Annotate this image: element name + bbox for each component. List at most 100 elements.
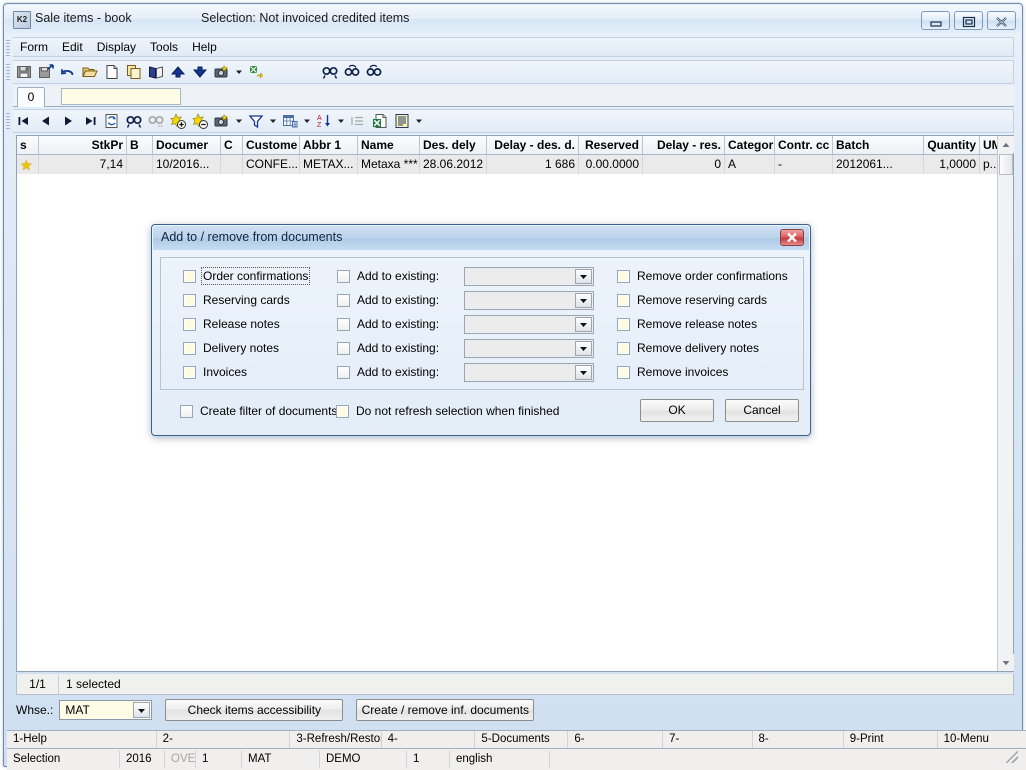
report-icon[interactable] (391, 110, 413, 132)
excel-export-icon[interactable] (369, 110, 391, 132)
existing-document-select-1[interactable] (464, 291, 594, 310)
quick-filter-input[interactable] (61, 88, 181, 105)
new-document-icon[interactable] (101, 61, 123, 83)
cancel-button[interactable]: Cancel (725, 399, 799, 422)
create-filter-checkbox[interactable] (180, 405, 193, 418)
menu-edit[interactable]: Edit (55, 38, 90, 56)
column-header-document[interactable]: Documer (153, 136, 221, 154)
cell-c[interactable] (221, 155, 243, 174)
document-type-checkbox-1[interactable] (183, 294, 196, 307)
camera-dropdown-arrow[interactable] (233, 61, 245, 83)
existing-document-select-2[interactable] (464, 315, 594, 334)
function-key-2[interactable]: 2- (157, 731, 291, 748)
filter-icon[interactable] (245, 110, 267, 132)
add-to-existing-checkbox-3[interactable] (337, 342, 350, 355)
function-key-4[interactable]: 4- (382, 731, 476, 748)
last-record-icon[interactable] (79, 110, 101, 132)
find-next-icon[interactable] (341, 61, 363, 83)
cell-contrco[interactable]: - (775, 155, 833, 174)
menu-help[interactable]: Help (185, 38, 224, 56)
document-type-checkbox-4[interactable] (183, 366, 196, 379)
function-key-1[interactable]: 1-Help (7, 731, 157, 748)
cell-document[interactable]: 10/2016... (153, 155, 221, 174)
save-icon[interactable] (13, 61, 35, 83)
remove-documents-checkbox-2[interactable] (617, 318, 630, 331)
tab-0[interactable]: 0 (17, 87, 45, 107)
column-header-contrco[interactable]: Contr. cc (775, 136, 833, 154)
function-key-8[interactable]: 8- (753, 731, 844, 748)
function-key-6[interactable]: 6- (568, 731, 664, 748)
grid-scrollbar-thumb[interactable] (999, 154, 1013, 175)
column-header-category[interactable]: Categor (725, 136, 775, 154)
column-header-customer[interactable]: Custome (243, 136, 300, 154)
cell-batch[interactable]: 2012061... (833, 155, 924, 174)
dialog-close-button[interactable] (780, 229, 804, 246)
function-key-7[interactable]: 7- (663, 731, 753, 748)
grid-vertical-scrollbar[interactable] (997, 136, 1014, 671)
column-header-delaydes[interactable]: Delay - des. d. (487, 136, 579, 154)
add-to-existing-checkbox-2[interactable] (337, 318, 350, 331)
move-up-icon[interactable] (167, 61, 189, 83)
column-header-b[interactable]: B (127, 136, 153, 154)
find-icon[interactable] (319, 61, 341, 83)
menu-form[interactable]: Form (13, 38, 55, 56)
existing-document-select-3[interactable] (464, 339, 594, 358)
column-header-stkpr[interactable]: StkPr (39, 136, 127, 154)
column-header-batch[interactable]: Batch (833, 136, 924, 154)
add-record-icon[interactable] (167, 110, 189, 132)
copy-icon[interactable] (123, 61, 145, 83)
cell-desdely[interactable]: 28.06.2012 (420, 155, 487, 174)
toolbar-grip[interactable] (6, 64, 10, 82)
sort-az-icon[interactable]: A Z (313, 110, 335, 132)
camera-dropdown-arrow[interactable] (233, 110, 245, 132)
cell-delaydes[interactable]: 1 686 (487, 155, 579, 174)
first-record-icon[interactable] (13, 110, 35, 132)
column-header-um[interactable]: UM (980, 136, 998, 154)
record-toolbar-grip[interactable] (6, 113, 10, 131)
cell-reserved[interactable]: 0.00.0000 (579, 155, 643, 174)
camera-icon[interactable] (211, 110, 233, 132)
scroll-up-icon[interactable] (998, 136, 1014, 153)
cell-delayres[interactable]: 0 (643, 155, 725, 174)
no-refresh-checkbox[interactable] (336, 405, 349, 418)
sort-dropdown-arrow[interactable] (335, 110, 347, 132)
chevron-down-icon[interactable] (575, 341, 592, 356)
document-type-checkbox-0[interactable] (183, 270, 196, 283)
cell-stkpr[interactable]: 7,14 (39, 155, 127, 174)
next-record-icon[interactable] (57, 110, 79, 132)
chevron-down-icon[interactable] (133, 702, 151, 718)
column-header-s[interactable]: s (17, 136, 39, 154)
cell-b[interactable] (127, 155, 153, 174)
existing-document-select-4[interactable] (464, 363, 594, 382)
add-to-existing-checkbox-1[interactable] (337, 294, 350, 307)
remove-documents-checkbox-1[interactable] (617, 294, 630, 307)
column-header-quantity[interactable]: Quantity (924, 136, 980, 154)
camera-icon[interactable] (211, 61, 233, 83)
open-folder-icon[interactable] (79, 61, 101, 83)
cell-customer[interactable]: CONFE... (243, 155, 300, 174)
columns-dropdown-arrow[interactable] (301, 110, 313, 132)
menu-tools[interactable]: Tools (143, 38, 185, 56)
book-icon[interactable] (145, 61, 167, 83)
remove-documents-checkbox-4[interactable] (617, 366, 630, 379)
cell-um[interactable]: p.. (980, 155, 998, 174)
check-items-accessibility-button[interactable]: Check items accessibility (165, 699, 344, 721)
document-type-checkbox-2[interactable] (183, 318, 196, 331)
close-button[interactable] (987, 11, 1016, 30)
ok-button[interactable]: OK (640, 399, 714, 422)
add-to-existing-checkbox-4[interactable] (337, 366, 350, 379)
remove-documents-checkbox-3[interactable] (617, 342, 630, 355)
cell-name[interactable]: Metaxa *** (358, 155, 420, 174)
cell-abbr1[interactable]: METAX... (300, 155, 358, 174)
columns-icon[interactable] (279, 110, 301, 132)
create-remove-inf-documents-button[interactable]: Create / remove inf. documents (356, 699, 535, 721)
scroll-down-icon[interactable] (998, 654, 1014, 671)
column-header-reserved[interactable]: Reserved (579, 136, 643, 154)
chevron-down-icon[interactable] (575, 365, 592, 380)
list-icon[interactable] (347, 110, 369, 132)
previous-record-icon[interactable] (35, 110, 57, 132)
column-header-name[interactable]: Name (358, 136, 420, 154)
chevron-down-icon[interactable] (575, 269, 592, 284)
existing-document-select-0[interactable] (464, 267, 594, 286)
find-icon[interactable] (123, 110, 145, 132)
